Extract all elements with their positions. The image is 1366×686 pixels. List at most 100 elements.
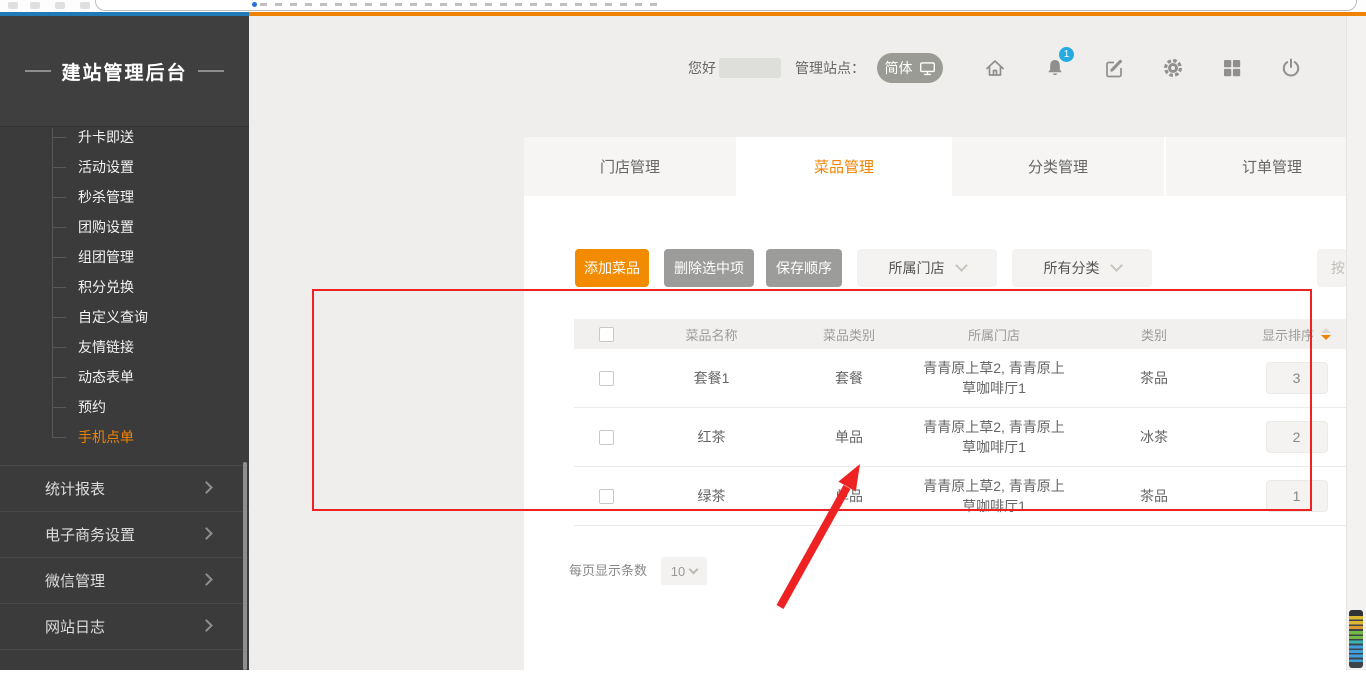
- sidebar-section-statistics[interactable]: 统计报表: [0, 465, 249, 511]
- sidebar-item-group-manage[interactable]: 组团管理: [0, 242, 249, 272]
- section-label: 网站日志: [45, 616, 105, 637]
- select-all-checkbox[interactable]: [599, 327, 614, 342]
- url-text-fragment: [260, 3, 660, 6]
- delete-selected-button[interactable]: 删除选中项: [664, 249, 754, 287]
- gear-icon[interactable]: [1161, 56, 1185, 80]
- grid-icon[interactable]: [1220, 56, 1244, 80]
- site-label: 管理站点：: [795, 58, 865, 78]
- tab-label: 门店管理: [600, 156, 660, 177]
- sort-order-input[interactable]: 3: [1266, 362, 1328, 394]
- sort-order-input[interactable]: 2: [1266, 421, 1328, 453]
- tab-label: 订单管理: [1242, 156, 1302, 177]
- tab-store-management[interactable]: 门店管理: [524, 137, 736, 196]
- sidebar-item-label: 预约: [78, 397, 106, 417]
- sidebar-item-label: 升卡即送: [78, 127, 134, 147]
- compose-icon[interactable]: [1102, 56, 1126, 80]
- sort-down-icon: [1321, 335, 1331, 340]
- power-icon[interactable]: [1279, 56, 1303, 80]
- sidebar-item-label: 组团管理: [78, 247, 134, 267]
- col-dish-type: 菜品类别: [784, 325, 914, 344]
- tab-dish-management[interactable]: 菜品管理: [738, 137, 950, 196]
- sidebar-scrollbar[interactable]: [243, 462, 247, 670]
- sidebar-item-activity-settings[interactable]: 活动设置: [0, 152, 249, 182]
- save-order-button[interactable]: 保存顺序: [766, 249, 842, 287]
- greeting-text: 您好: [688, 58, 716, 78]
- table-header: 菜品名称 菜品类别 所属门店 类别 显示排序 操作: [574, 319, 1366, 349]
- content: 您好 管理站点： 简体: [249, 16, 1366, 670]
- sidebar-section-wechat[interactable]: 微信管理: [0, 557, 249, 603]
- tab-order-management[interactable]: 订单管理: [1166, 137, 1366, 196]
- chevron-down-icon: [1110, 259, 1123, 272]
- page-size-label: 每页显示条数: [569, 557, 647, 585]
- main-panel: 门店管理 菜品管理 分类管理 订单管理 配料管理 添加菜品 删除选中项 保存顺序…: [524, 137, 1366, 686]
- sidebar-item-reservation[interactable]: 预约: [0, 392, 249, 422]
- page-scrollbar-track[interactable]: [1346, 16, 1366, 670]
- sidebar-item-friend-links[interactable]: 友情链接: [0, 332, 249, 362]
- table-row: 绿茶 单品 青青原上草2, 青青原上草咖啡厅1 茶品 1: [574, 467, 1366, 526]
- section-label: 电子商务设置: [45, 524, 135, 545]
- sidebar-item-label: 自定义查询: [78, 307, 148, 327]
- sidebar-section-site-log[interactable]: 网站日志: [0, 603, 249, 649]
- page-size-value: 10: [671, 564, 685, 579]
- dish-type: 单品: [784, 427, 914, 447]
- store-filter-dropdown[interactable]: 所属门店: [857, 249, 997, 287]
- sidebar-item-upgrade-gift[interactable]: 升卡即送: [0, 122, 249, 152]
- section-label: 微信管理: [45, 570, 105, 591]
- col-sort-order[interactable]: 显示排序: [1234, 325, 1359, 344]
- col-dish-name: 菜品名称: [639, 325, 784, 344]
- add-dish-button[interactable]: 添加菜品: [575, 249, 649, 287]
- chevron-right-icon: [200, 573, 213, 586]
- col-category: 类别: [1074, 325, 1234, 344]
- sidebar-sections: 统计报表 电子商务设置 微信管理 网站日志: [0, 465, 249, 650]
- chevron-down-icon: [689, 564, 699, 574]
- sidebar-item-points-exchange[interactable]: 积分兑换: [0, 272, 249, 302]
- dish-category: 茶品: [1074, 368, 1234, 388]
- dish-name: 绿茶: [639, 486, 784, 506]
- sidebar: 建站管理后台 升卡即送 活动设置 秒杀管理 团购设置 组团管理 积分兑换 自定义…: [0, 16, 249, 670]
- sidebar-item-groupbuy-settings[interactable]: 团购设置: [0, 212, 249, 242]
- topbar: 您好 管理站点： 简体: [249, 16, 1366, 121]
- home-icon[interactable]: [983, 56, 1007, 80]
- tab-bar: 门店管理 菜品管理 分类管理 订单管理 配料管理: [524, 137, 1366, 196]
- row-checkbox[interactable]: [599, 489, 614, 504]
- page-scrollbar-thumb[interactable]: [1349, 610, 1363, 668]
- sort-header-label: 显示排序: [1262, 325, 1314, 344]
- browser-button-fragment: [55, 2, 65, 9]
- dish-category: 冰茶: [1074, 427, 1234, 447]
- sidebar-item-label: 手机点单: [78, 427, 134, 447]
- page-size-dropdown[interactable]: 10: [661, 557, 707, 585]
- sidebar-item-label: 团购设置: [78, 217, 134, 237]
- favicon-fragment: [252, 2, 257, 7]
- chevron-right-icon: [200, 481, 213, 494]
- sort-order-input[interactable]: 1: [1266, 480, 1328, 512]
- sidebar-item-flashsale[interactable]: 秒杀管理: [0, 182, 249, 212]
- row-checkbox[interactable]: [599, 430, 614, 445]
- store-names: 青青原上草2, 青青原上草咖啡厅1: [914, 476, 1074, 517]
- tab-category-management[interactable]: 分类管理: [952, 137, 1164, 196]
- section-label: 统计报表: [45, 478, 105, 499]
- notification-badge: 1: [1059, 47, 1074, 62]
- category-filter-label: 所有分类: [1044, 258, 1100, 278]
- sidebar-item-mobile-ordering[interactable]: 手机点单: [0, 422, 249, 452]
- row-checkbox[interactable]: [599, 371, 614, 386]
- col-store: 所属门店: [914, 325, 1074, 344]
- title-dash-right: [198, 70, 224, 72]
- sidebar-header: 建站管理后台: [0, 16, 249, 127]
- sort-arrows-icon[interactable]: [1321, 328, 1331, 340]
- store-filter-label: 所属门店: [889, 258, 945, 278]
- language-label: 简体: [885, 58, 913, 78]
- sidebar-section-ecommerce[interactable]: 电子商务设置: [0, 511, 249, 557]
- sidebar-item-label: 活动设置: [78, 157, 134, 177]
- language-button[interactable]: 简体: [877, 53, 943, 83]
- sidebar-item-custom-query[interactable]: 自定义查询: [0, 302, 249, 332]
- dish-name: 套餐1: [639, 368, 784, 388]
- browser-button-fragment: [8, 2, 18, 9]
- category-filter-dropdown[interactable]: 所有分类: [1012, 249, 1152, 287]
- sidebar-item-dynamic-forms[interactable]: 动态表单: [0, 362, 249, 392]
- chevron-right-icon: [200, 619, 213, 632]
- sidebar-item-label: 积分兑换: [78, 277, 134, 297]
- table-row: 套餐1 套餐 青青原上草2, 青青原上草咖啡厅1 茶品 3: [574, 349, 1366, 408]
- chevron-right-icon: [200, 527, 213, 540]
- sidebar-item-label: 动态表单: [78, 367, 134, 387]
- sort-up-icon: [1321, 328, 1331, 333]
